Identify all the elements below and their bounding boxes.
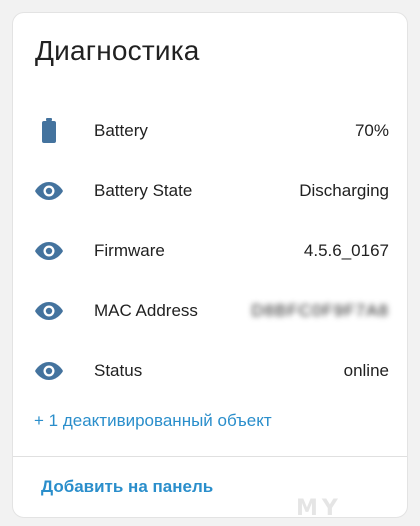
entity-label: Firmware [94, 241, 165, 260]
entity-value: 70% [354, 121, 389, 140]
entity-row-battery[interactable]: Battery 70% [13, 101, 407, 161]
eye-icon [33, 175, 65, 207]
entity-value: online [343, 361, 389, 380]
entity-value: Discharging [299, 181, 389, 200]
entity-value-redacted: D8BFC0F9F7A8 [251, 301, 389, 320]
diagnostics-card: Диагностика Battery 70% Battery State Di… [12, 12, 408, 518]
eye-icon [33, 295, 65, 327]
entity-label: Battery [94, 121, 148, 140]
show-disabled-entities-link[interactable]: + 1 деактивированный объект [34, 411, 272, 431]
divider [13, 456, 407, 457]
add-to-dashboard-button[interactable]: Добавить на панель [41, 477, 213, 497]
card-title: Диагностика [35, 35, 200, 66]
watermark-logo: MY [296, 496, 342, 521]
entity-row-firmware[interactable]: Firmware 4.5.6_0167 [13, 221, 407, 281]
entity-row-status[interactable]: Status online [13, 341, 407, 401]
entity-value: 4.5.6_0167 [303, 241, 389, 260]
entity-row-mac-address[interactable]: MAC Address D8BFC0F9F7A8 [13, 281, 407, 341]
entity-row-battery-state[interactable]: Battery State Discharging [13, 161, 407, 221]
entity-label: Battery State [94, 181, 193, 200]
battery-icon [33, 115, 65, 147]
entity-label: Status [94, 361, 143, 380]
entity-label: MAC Address [94, 301, 198, 320]
eye-icon [33, 355, 65, 387]
eye-icon [33, 235, 65, 267]
